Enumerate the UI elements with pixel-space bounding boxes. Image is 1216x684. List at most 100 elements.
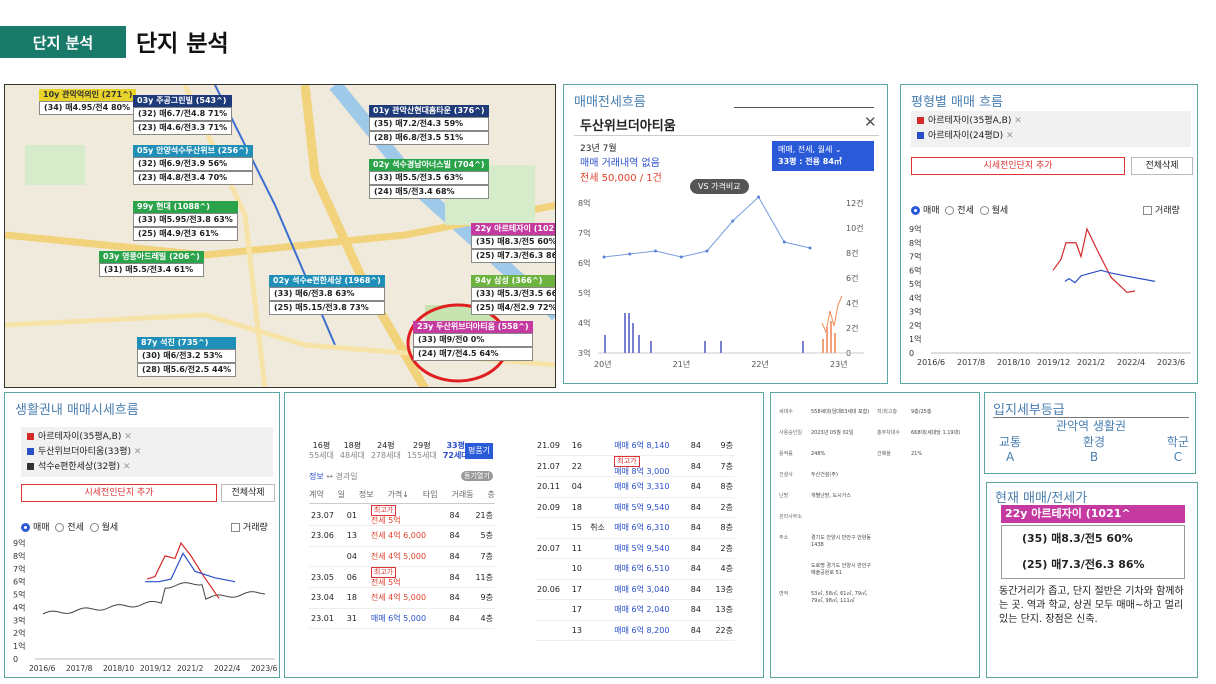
deal-day: 18 [569, 497, 589, 518]
table-row[interactable]: 20.06 17 매매 6억 3,040 84 13층 [535, 579, 735, 600]
map-label-complex[interactable]: 03y 주공그린빌 (543^) (32) 매6.7/전4.8 71% (23)… [133, 95, 233, 135]
info-key: 건설사 [779, 472, 793, 478]
info-value [911, 563, 971, 577]
info-row: 건설사 두산건설(주) [779, 472, 975, 479]
deal-note: 취소 [588, 517, 613, 539]
clear-all-button[interactable]: 전체삭제 [221, 484, 275, 502]
deal-note [588, 435, 613, 456]
apt-check-button[interactable]: 동기열기 [461, 471, 493, 481]
y-tick-label: 4억 [909, 293, 921, 303]
close-icon[interactable]: ✕ [1006, 131, 1014, 141]
close-icon[interactable]: ✕ [864, 113, 877, 131]
table-row[interactable]: 21.07 22 최고가 매매 8억 3,000 84 7층 [535, 455, 735, 477]
radio-monthly[interactable]: 월세 [89, 523, 118, 533]
legend-label: 아르테자이(35평A,B) [928, 116, 1012, 126]
table-row[interactable]: 20.07 11 매매 5억 9,540 84 2층 [535, 538, 735, 559]
table-row[interactable]: 23.06 13 전세 4억 6,000 84 5층 [309, 525, 495, 547]
radio-jeonse[interactable]: 전세 [55, 523, 84, 533]
size-tab[interactable]: 24평 278세대 [371, 441, 401, 461]
complex-row: (31) 매5.5/전3.4 61% [99, 263, 204, 277]
y-tick-label: 5억 [578, 288, 590, 298]
radio-sale[interactable]: 매매 [911, 206, 940, 216]
map-label-complex[interactable]: 02y 석수경남아너스빌 (704^) (33) 매5.5/전3.5 63% (… [369, 159, 489, 199]
table-row[interactable]: 20.11 04 매매 6억 3,310 84 8층 [535, 476, 735, 498]
x-tick-label: 2023/6 [1157, 358, 1185, 367]
y-tick-label: 7억 [13, 564, 25, 574]
map-panel[interactable]: 10y 관악억의인 (271^) (34) 매4.95/전4 80% 03y 주… [4, 84, 556, 388]
filter-dropdown[interactable]: 매매, 전세, 월세 ⌄ 33평 : 전용 84㎡ [772, 141, 874, 171]
size-tab[interactable]: 18평 48세대 [340, 441, 365, 461]
info-value: 도로명 경기도 안양시 만안구 예술공원로 51 [811, 563, 871, 576]
table-row[interactable]: 23.07 01 최고가 전세 5억 84 21층 [309, 505, 495, 526]
deal-floor: 2층 [707, 497, 735, 518]
radio-jeonse[interactable]: 전세 [945, 206, 974, 216]
deal-note [588, 558, 613, 580]
info-value: 경기도 안양시 만안구 안양동 1438 [811, 535, 871, 548]
close-icon[interactable]: ✕ [123, 462, 131, 472]
table-row[interactable]: 20.09 18 매매 5억 9,540 84 2층 [535, 497, 735, 518]
info-row: 관리사무소 [779, 514, 975, 521]
legend-item[interactable]: 아르테자이(35평A,B) ✕ [27, 430, 267, 445]
add-complex-button[interactable]: 시세전인단지 추가 [21, 484, 217, 502]
deals-header: 계약 일 정보 가격↓ 타입 거래동 층 [309, 489, 495, 504]
map-label-complex[interactable]: 99y 현대 (1088^) (33) 매5.95/전3.8 63% (25) … [133, 201, 238, 241]
complex-tag: 03y 주공그린빌 (543^) [133, 95, 233, 107]
close-icon[interactable]: ✕ [1014, 116, 1022, 126]
deal-price: 최고가 전세 5억 [368, 566, 448, 588]
deal-floor: 9층 [707, 435, 735, 456]
volume-bar [822, 339, 824, 353]
map-label-complex[interactable]: 22y 아르테자이 (1021^) (35) 매8.3/전5 60% (25) … [471, 223, 555, 263]
info-value: 개별난방, 도시가스 [811, 493, 851, 499]
volume-bar [830, 321, 832, 353]
info-key: 주소 [779, 535, 789, 541]
legend-item[interactable]: 석수e편한세상(32평) ✕ [27, 460, 267, 475]
map-label-complex[interactable]: 87y 석진 (735^) (30) 매6/전3.2 53% (28) 매5.6… [137, 337, 237, 377]
info-key [877, 535, 907, 549]
radio-monthly[interactable]: 월세 [979, 206, 1008, 216]
size-tab[interactable]: 16평 55세대 [309, 441, 334, 461]
table-row[interactable]: 23.01 31 매매 6억 5,000 84 4층 [309, 608, 495, 629]
table-row[interactable]: 13 매매 6억 8,200 84 22층 [535, 620, 735, 641]
y-tick-label: 8억 [578, 198, 590, 208]
deal-type: 84 [447, 546, 467, 567]
map-label-complex[interactable]: 05y 안양석수두산위브 (256^) (32) 매6.9/전3.9 56% (… [133, 145, 253, 185]
close-icon[interactable]: ✕ [124, 432, 132, 442]
legend-item[interactable]: 아르테자이(24평D) ✕ [917, 129, 1185, 144]
map-label-complex[interactable]: 02y 석수e편한세상 (1968^) (33) 매6/전3.8 63% (25… [269, 275, 385, 315]
table-row[interactable]: 10 매매 6억 6,510 84 4층 [535, 558, 735, 580]
radio-sale[interactable]: 매매 [21, 523, 50, 533]
deal-day: 04 [344, 546, 364, 567]
add-complex-button[interactable]: 시세전인단지 추가 [911, 157, 1125, 175]
info-key [877, 563, 907, 577]
complex-row: (33) 매5.5/전3.5 63% [369, 171, 489, 185]
size-tab[interactable]: 29평 155세대 [407, 441, 437, 461]
deal-date: 21.09 [535, 435, 570, 456]
legend-item[interactable]: 두산위브더아티움(33평) ✕ [27, 445, 267, 460]
map-label-complex[interactable]: 10y 관악억의인 (271^) (34) 매4.95/전4 80% [39, 89, 137, 115]
close-icon[interactable]: ✕ [134, 447, 142, 457]
map-label-complex[interactable]: 94y 삼성 (366^) (33) 매5.3/전3.5 66% (25) 매4… [471, 275, 555, 315]
complex-row: (25) 매4.9/전3 61% [133, 227, 238, 241]
peng-button[interactable]: 평품기 [465, 443, 493, 459]
map-label-complex[interactable]: 03y 영풍아드레빌 (206^) (31) 매5.5/전3.4 61% [99, 251, 204, 277]
table-row[interactable]: 04 전세 4억 5,000 84 7층 [309, 546, 495, 567]
table-row[interactable]: 15 취소 매매 6억 6,310 84 8층 [535, 517, 735, 539]
deal-date [309, 546, 345, 567]
info-link[interactable]: 정보 ↔ 경과일 [309, 471, 358, 482]
table-row[interactable]: 17 매매 6억 2,040 84 13층 [535, 599, 735, 621]
map-label-target[interactable]: 23y 두산위브더아티움 (558^) (33) 매9/전0 0% (24) 매… [413, 321, 533, 361]
deal-type: 84 [688, 497, 708, 518]
y-tick-label: 8억 [909, 238, 921, 248]
legend-item[interactable]: 아르테자이(35평A,B) ✕ [917, 114, 1185, 129]
volume-check[interactable]: 거래량 [1143, 203, 1180, 216]
deal-price: 전세 4억 5,000 [368, 587, 448, 609]
deal-floor: 7층 [707, 455, 735, 477]
table-row[interactable]: 23.05 06 최고가 전세 5억 84 11층 [309, 566, 495, 588]
complex-tag: 10y 관악억의인 (271^) [39, 89, 137, 101]
table-row[interactable]: 23.04 18 전세 4억 5,000 84 9층 [309, 587, 495, 609]
volume-check[interactable]: 거래량 [231, 520, 268, 533]
table-row[interactable]: 21.09 16 매매 6억 8,140 84 9층 [535, 435, 735, 456]
map-label-complex[interactable]: 01y 관악산현대홈타운 (376^) (35) 매7.2/전4.3 59% (… [369, 105, 489, 145]
clear-all-button[interactable]: 전체삭제 [1131, 157, 1193, 175]
compare-button[interactable]: VS 가격비교 [690, 179, 749, 194]
